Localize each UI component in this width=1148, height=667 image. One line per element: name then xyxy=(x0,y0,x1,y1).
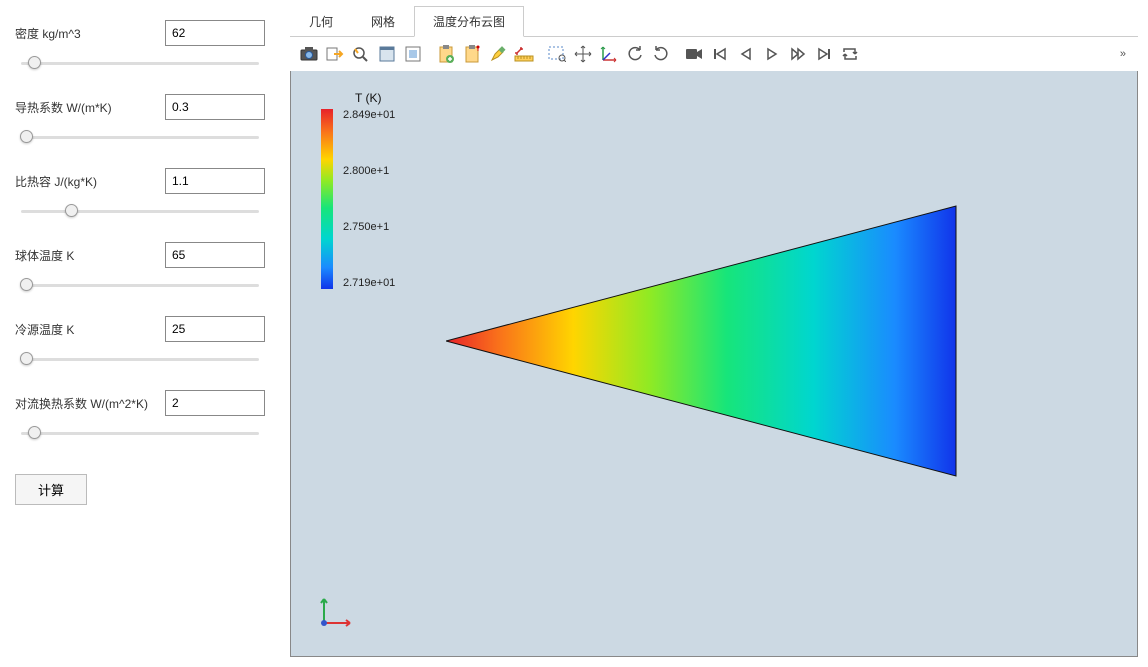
skip-start-icon[interactable] xyxy=(709,43,731,65)
step-fwd-icon[interactable] xyxy=(787,43,809,65)
record-icon[interactable] xyxy=(683,43,705,65)
legend-tick: 2.750e+1 xyxy=(343,221,395,233)
temperature-contour xyxy=(446,201,966,481)
toolbar-separator xyxy=(428,44,431,64)
field-label: 球体温度 K xyxy=(15,247,155,264)
sidebar-panel: 密度 kg/m^3 导热系数 W/(m*K) 比热容 J/(kg*K) xyxy=(0,0,280,667)
repeat-icon[interactable] xyxy=(839,43,861,65)
tab-bar: 几何 网格 温度分布云图 xyxy=(290,5,1138,37)
convection-input[interactable] xyxy=(165,390,265,416)
sphere-temp-input[interactable] xyxy=(165,242,265,268)
color-legend: T (K) 2.849e+01 2.800e+1 2.750e+1 2.719e… xyxy=(321,91,395,289)
toolbar-separator xyxy=(539,44,542,64)
field-label: 比热容 J/(kg*K) xyxy=(15,173,155,190)
app-root: 密度 kg/m^3 导热系数 W/(m*K) 比热容 J/(kg*K) xyxy=(0,0,1148,667)
tab-geometry[interactable]: 几何 xyxy=(290,6,352,37)
legend-title: T (K) xyxy=(355,91,395,105)
field-label: 对流换热系数 W/(m^2*K) xyxy=(15,395,155,412)
field-label: 导热系数 W/(m*K) xyxy=(15,99,155,116)
field-conductivity: 导热系数 W/(m*K) xyxy=(15,94,265,146)
axis-triad-icon xyxy=(316,591,356,631)
main-panel: 几何 网格 温度分布云图 xyxy=(280,0,1148,667)
brush-icon[interactable] xyxy=(487,43,509,65)
field-density: 密度 kg/m^3 xyxy=(15,20,265,72)
clipboard-icon[interactable] xyxy=(461,43,483,65)
box-select-icon[interactable] xyxy=(546,43,568,65)
rotate-cw-icon[interactable] xyxy=(650,43,672,65)
move-icon[interactable] xyxy=(572,43,594,65)
legend-labels: 2.849e+01 2.800e+1 2.750e+1 2.719e+01 xyxy=(341,109,395,289)
legend-tick: 2.800e+1 xyxy=(343,165,395,177)
conductivity-input[interactable] xyxy=(165,94,265,120)
slider-thumb[interactable] xyxy=(65,204,78,217)
density-input[interactable] xyxy=(165,20,265,46)
clipboard-add-icon[interactable] xyxy=(435,43,457,65)
calculate-button[interactable]: 计算 xyxy=(15,474,87,505)
field-cold-temp: 冷源温度 K xyxy=(15,316,265,368)
field-convection: 对流换热系数 W/(m^2*K) xyxy=(15,390,265,442)
measure-icon[interactable] xyxy=(513,43,535,65)
field-label: 密度 kg/m^3 xyxy=(15,25,155,42)
export-icon[interactable] xyxy=(324,43,346,65)
step-back-icon[interactable] xyxy=(735,43,757,65)
slider-thumb[interactable] xyxy=(20,352,33,365)
field-specific-heat: 比热容 J/(kg*K) xyxy=(15,168,265,220)
cold-temp-input[interactable] xyxy=(165,316,265,342)
field-label: 冷源温度 K xyxy=(15,321,155,338)
toolbar-separator xyxy=(676,44,679,64)
specific-heat-input[interactable] xyxy=(165,168,265,194)
legend-tick: 2.719e+01 xyxy=(343,277,395,289)
slider-thumb[interactable] xyxy=(28,56,41,69)
zoom-find-icon[interactable] xyxy=(350,43,372,65)
slider-thumb[interactable] xyxy=(20,278,33,291)
viewer-toolbar: » xyxy=(290,37,1138,71)
legend-colorbar xyxy=(321,109,333,289)
play-icon[interactable] xyxy=(761,43,783,65)
rotate-ccw-icon[interactable] xyxy=(624,43,646,65)
tab-mesh[interactable]: 网格 xyxy=(352,6,414,37)
toolbar-overflow-icon[interactable]: » xyxy=(1116,48,1130,60)
sphere-temp-slider[interactable] xyxy=(15,276,265,294)
specific-heat-slider[interactable] xyxy=(15,202,265,220)
field-sphere-temp: 球体温度 K xyxy=(15,242,265,294)
skip-end-icon[interactable] xyxy=(813,43,835,65)
window-select-icon[interactable] xyxy=(376,43,398,65)
conductivity-slider[interactable] xyxy=(15,128,265,146)
legend-tick: 2.849e+01 xyxy=(343,109,395,121)
fit-icon[interactable] xyxy=(402,43,424,65)
slider-thumb[interactable] xyxy=(20,130,33,143)
axes-icon[interactable] xyxy=(598,43,620,65)
tab-contour[interactable]: 温度分布云图 xyxy=(414,6,524,37)
camera-icon[interactable] xyxy=(298,43,320,65)
viewer-frame: T (K) 2.849e+01 2.800e+1 2.750e+1 2.719e… xyxy=(290,71,1138,657)
cold-temp-slider[interactable] xyxy=(15,350,265,368)
convection-slider[interactable] xyxy=(15,424,265,442)
density-slider[interactable] xyxy=(15,54,265,72)
slider-thumb[interactable] xyxy=(28,426,41,439)
viewer-canvas[interactable]: T (K) 2.849e+01 2.800e+1 2.750e+1 2.719e… xyxy=(291,71,1137,656)
